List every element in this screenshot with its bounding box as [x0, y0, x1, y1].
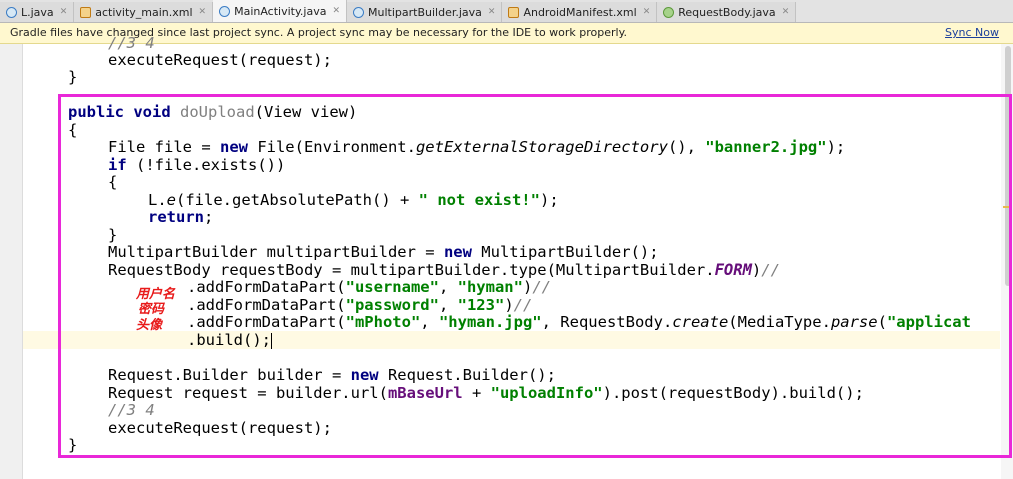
code-line: executeRequest(request); [108, 51, 332, 69]
close-icon[interactable]: ✕ [782, 7, 790, 17]
sync-now-link[interactable]: Sync Now [945, 26, 999, 39]
highlight-rectangle [58, 94, 1012, 458]
editor-gutter [0, 44, 23, 479]
code-line: //3 4 [108, 34, 155, 52]
class-icon [219, 5, 231, 17]
xml-file-icon [80, 6, 92, 18]
tab-label: MainActivity.java [234, 4, 327, 18]
notification-message: Gradle files have changed since last pro… [10, 26, 628, 39]
tab-label: activity_main.xml [95, 5, 193, 19]
xml-file-icon [508, 6, 520, 18]
editor-tab[interactable]: L.java ✕ [0, 2, 75, 22]
editor-tab[interactable]: MainActivity.java ✕ [213, 0, 348, 22]
android-class-icon [663, 6, 675, 18]
tab-label: L.java [21, 5, 54, 19]
editor-tab[interactable]: activity_main.xml ✕ [74, 2, 214, 22]
class-icon [6, 6, 17, 18]
close-icon[interactable]: ✕ [60, 7, 68, 17]
tab-label: AndroidManifest.xml [523, 5, 637, 19]
tab-label: RequestBody.java [678, 5, 776, 19]
class-icon [353, 6, 365, 18]
close-icon[interactable]: ✕ [199, 7, 207, 17]
close-icon[interactable]: ✕ [332, 6, 340, 16]
editor-tab-bar: L.java ✕ activity_main.xml ✕ MainActivity.ja… [0, 0, 1013, 23]
editor-tab[interactable]: MultipartBuilder.java ✕ [347, 2, 503, 22]
editor-tab[interactable]: AndroidManifest.xml ✕ [502, 2, 658, 22]
editor-tab[interactable]: RequestBody.java ✕ [657, 2, 797, 22]
tab-label: MultipartBuilder.java [368, 5, 482, 19]
close-icon[interactable]: ✕ [643, 7, 651, 17]
close-icon[interactable]: ✕ [488, 7, 496, 17]
code-line: } [68, 68, 78, 86]
